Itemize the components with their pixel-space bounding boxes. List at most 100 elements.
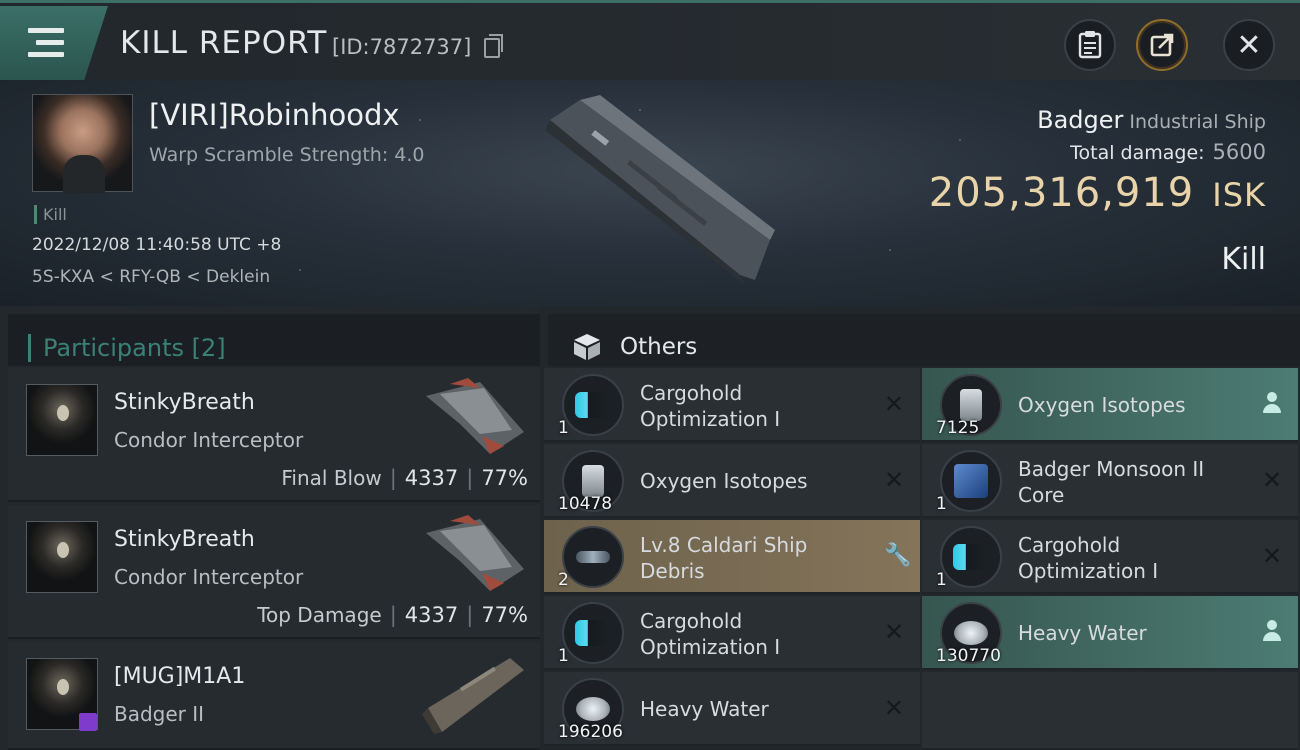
item-quantity: 1 (936, 494, 947, 514)
isk-value: 205,316,919 ISK (929, 170, 1266, 216)
victim-avatar[interactable] (32, 94, 133, 193)
participant-percent: 77% (481, 466, 528, 490)
person-icon[interactable] (1262, 620, 1282, 642)
participants-title: Participants [2] (28, 334, 226, 362)
victim-ship-name: Badger (1037, 106, 1124, 134)
participant-name: StinkyBreath (114, 527, 255, 552)
participant-row[interactable]: [MUG]M1A1 Badger II (8, 642, 540, 750)
item-name: Heavy Water (1018, 621, 1147, 645)
participant-stats: Top Damage | 4337 | 77% (257, 603, 528, 627)
victim-ship-class: Industrial Ship (1129, 111, 1266, 133)
person-icon[interactable] (1262, 392, 1282, 414)
participant-ship: Condor Interceptor (114, 428, 304, 452)
item-row-highlighted[interactable]: 2 Lv.8 Caldari Ship Debris 🔧 (544, 520, 920, 594)
kill-datetime: 2022/12/08 11:40:58 UTC +8 (32, 235, 282, 255)
total-damage-label: Total damage: (1070, 142, 1205, 164)
share-icon (1150, 33, 1174, 57)
item-name: Cargohold Optimization I (640, 381, 781, 431)
close-icon[interactable]: ✕ (1258, 542, 1286, 570)
participant-ship-image (426, 515, 524, 591)
item-row-highlighted[interactable]: 7125 Oxygen Isotopes (922, 368, 1298, 442)
participant-role: Final Blow (281, 466, 382, 490)
item-quantity: 10478 (558, 494, 613, 514)
participant-ship: Condor Interceptor (114, 565, 304, 589)
item-name: Heavy Water (640, 697, 769, 721)
item-name: Lv.8 Caldari Ship Debris (640, 533, 808, 583)
item-quantity: 1 (936, 570, 947, 590)
item-row[interactable]: 1 Cargohold Optimization I ✕ (544, 596, 920, 670)
top-bar: KILL REPORT [ID:7872737] ✕ (0, 0, 1300, 80)
item-name: Cargohold Optimization I (640, 609, 781, 659)
menu-button[interactable] (0, 6, 108, 80)
close-icon[interactable]: ✕ (880, 618, 908, 646)
others-header: Others (548, 314, 1300, 366)
participants-label: Participants (43, 334, 184, 362)
participant-avatar[interactable] (26, 521, 98, 593)
participant-percent: 77% (481, 603, 528, 627)
page-title: KILL REPORT (120, 25, 328, 61)
item-row[interactable]: 10478 Oxygen Isotopes ✕ (544, 444, 920, 518)
module-icon (562, 374, 624, 436)
participants-count: [2] (191, 334, 226, 362)
cargo-box-icon (574, 334, 600, 360)
warp-scramble-strength: Warp Scramble Strength: 4.0 (149, 144, 425, 166)
total-damage: Total damage: 5600 (1070, 140, 1266, 164)
close-icon[interactable]: ✕ (880, 466, 908, 494)
item-name: Oxygen Isotopes (1018, 393, 1186, 417)
participant-row[interactable]: StinkyBreath Condor Interceptor Final Bl… (8, 368, 540, 502)
report-id: [ID:7872737] (332, 35, 472, 59)
participant-stats: Final Blow | 4337 | 77% (281, 466, 528, 490)
participant-row[interactable]: StinkyBreath Condor Interceptor Top Dama… (8, 505, 540, 639)
corp-badge-icon (79, 713, 97, 731)
others-title: Others (620, 334, 698, 360)
participant-name: StinkyBreath (114, 390, 255, 415)
kill-tag: Kill (34, 205, 67, 224)
copy-icon[interactable] (484, 34, 503, 58)
item-name: Badger Monsoon II Core (1018, 457, 1205, 507)
participant-ship-image (422, 658, 524, 734)
debris-icon (562, 526, 624, 588)
participant-damage: 4337 (404, 603, 459, 627)
item-row-highlighted[interactable]: 130770 Heavy Water (922, 596, 1298, 670)
participant-avatar[interactable] (26, 658, 98, 731)
kill-location: 5S-KXA < RFY-QB < Deklein (32, 267, 271, 287)
participant-ship-image (426, 378, 524, 454)
item-quantity: 196206 (558, 722, 623, 742)
item-quantity: 130770 (936, 646, 1001, 666)
wrench-icon[interactable]: 🔧 (884, 542, 912, 570)
close-icon[interactable]: ✕ (880, 694, 908, 722)
participant-damage: 4337 (404, 466, 459, 490)
victim-ship-type: Badger Industrial Ship (1037, 106, 1266, 134)
item-row[interactable]: 1 Badger Monsoon II Core ✕ (922, 444, 1298, 518)
close-icon[interactable]: ✕ (1258, 466, 1286, 494)
others-panel: Others 1 Cargohold Optimization I ✕ 10478… (540, 306, 1300, 750)
empty-slot (922, 672, 1298, 750)
item-row[interactable]: 1 Cargohold Optimization I ✕ (922, 520, 1298, 594)
item-name: Cargohold Optimization I (1018, 533, 1159, 583)
item-name: Oxygen Isotopes (640, 469, 808, 493)
item-quantity: 2 (558, 570, 569, 590)
isk-amount: 205,316,919 (928, 170, 1195, 216)
close-button[interactable]: ✕ (1223, 19, 1275, 71)
participant-ship: Badger II (114, 702, 205, 726)
victim-name[interactable]: [VIRI]Robinhoodx (149, 98, 400, 132)
close-icon: ✕ (1236, 27, 1262, 63)
participants-panel: Participants [2] StinkyBreath Condor Int… (0, 306, 540, 750)
core-icon (940, 450, 1002, 512)
participants-header: Participants [2] (8, 314, 540, 366)
share-button[interactable] (1136, 19, 1188, 71)
item-row[interactable]: 196206 Heavy Water ✕ (544, 672, 920, 746)
total-damage-value: 5600 (1212, 140, 1266, 164)
item-row[interactable]: 1 Cargohold Optimization I ✕ (544, 368, 920, 442)
result-label: Kill (1221, 242, 1266, 277)
item-quantity: 7125 (936, 418, 980, 438)
participant-avatar[interactable] (26, 384, 98, 456)
report-button[interactable] (1064, 19, 1116, 71)
item-quantity: 1 (558, 646, 569, 666)
close-icon[interactable]: ✕ (880, 390, 908, 418)
isk-unit: ISK (1212, 176, 1266, 214)
victim-panel: [VIRI]Robinhoodx Warp Scramble Strength:… (0, 80, 1300, 306)
hamburger-menu-icon (28, 28, 64, 58)
module-icon (562, 602, 624, 664)
victim-ship-image (545, 95, 775, 285)
